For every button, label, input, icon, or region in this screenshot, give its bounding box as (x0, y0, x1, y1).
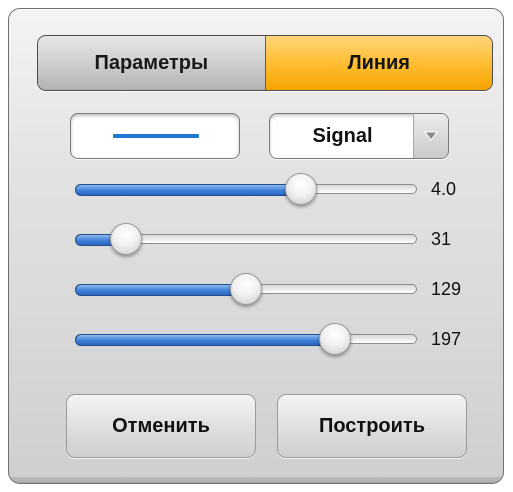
slider-fill-1 (75, 184, 303, 196)
chevron-down-icon[interactable] (413, 114, 448, 158)
tab-switcher: Параметры Линия (37, 35, 493, 91)
slider-value-2: 31 (431, 229, 452, 249)
series-select-value: Signal (312, 124, 373, 147)
line-color-sample (113, 134, 199, 138)
slider-row-1: 4.0 (75, 173, 495, 207)
slider-fill-4 (75, 334, 337, 346)
panel-bottom-edge (9, 477, 503, 483)
slider-value-1: 4.0 (431, 179, 457, 199)
tab-parameters[interactable]: Параметры (38, 36, 266, 90)
slider-thumb-3[interactable] (230, 273, 262, 305)
build-button[interactable]: Построить (277, 394, 467, 458)
slider-thumb-4[interactable] (319, 323, 351, 355)
cancel-button[interactable]: Отменить (66, 394, 256, 458)
slider-track-4[interactable] (75, 334, 417, 346)
slider-value-3: 129 (431, 279, 462, 299)
slider-row-3: 129 (75, 273, 495, 307)
slider-value-4: 197 (431, 329, 462, 349)
tab-line[interactable]: Линия (265, 36, 492, 90)
slider-thumb-1[interactable] (285, 173, 317, 205)
slider-row-2: 31 (75, 223, 495, 257)
slider-thumb-2[interactable] (110, 223, 142, 255)
slider-track-1[interactable] (75, 184, 417, 196)
slider-row-4: 197 (75, 323, 495, 357)
line-style-picker[interactable] (70, 113, 240, 159)
line-settings-panel: Параметры Линия Signal 4.0 31 129 197 От… (8, 8, 504, 484)
series-select[interactable]: Signal (269, 113, 449, 159)
slider-fill-3 (75, 284, 248, 296)
